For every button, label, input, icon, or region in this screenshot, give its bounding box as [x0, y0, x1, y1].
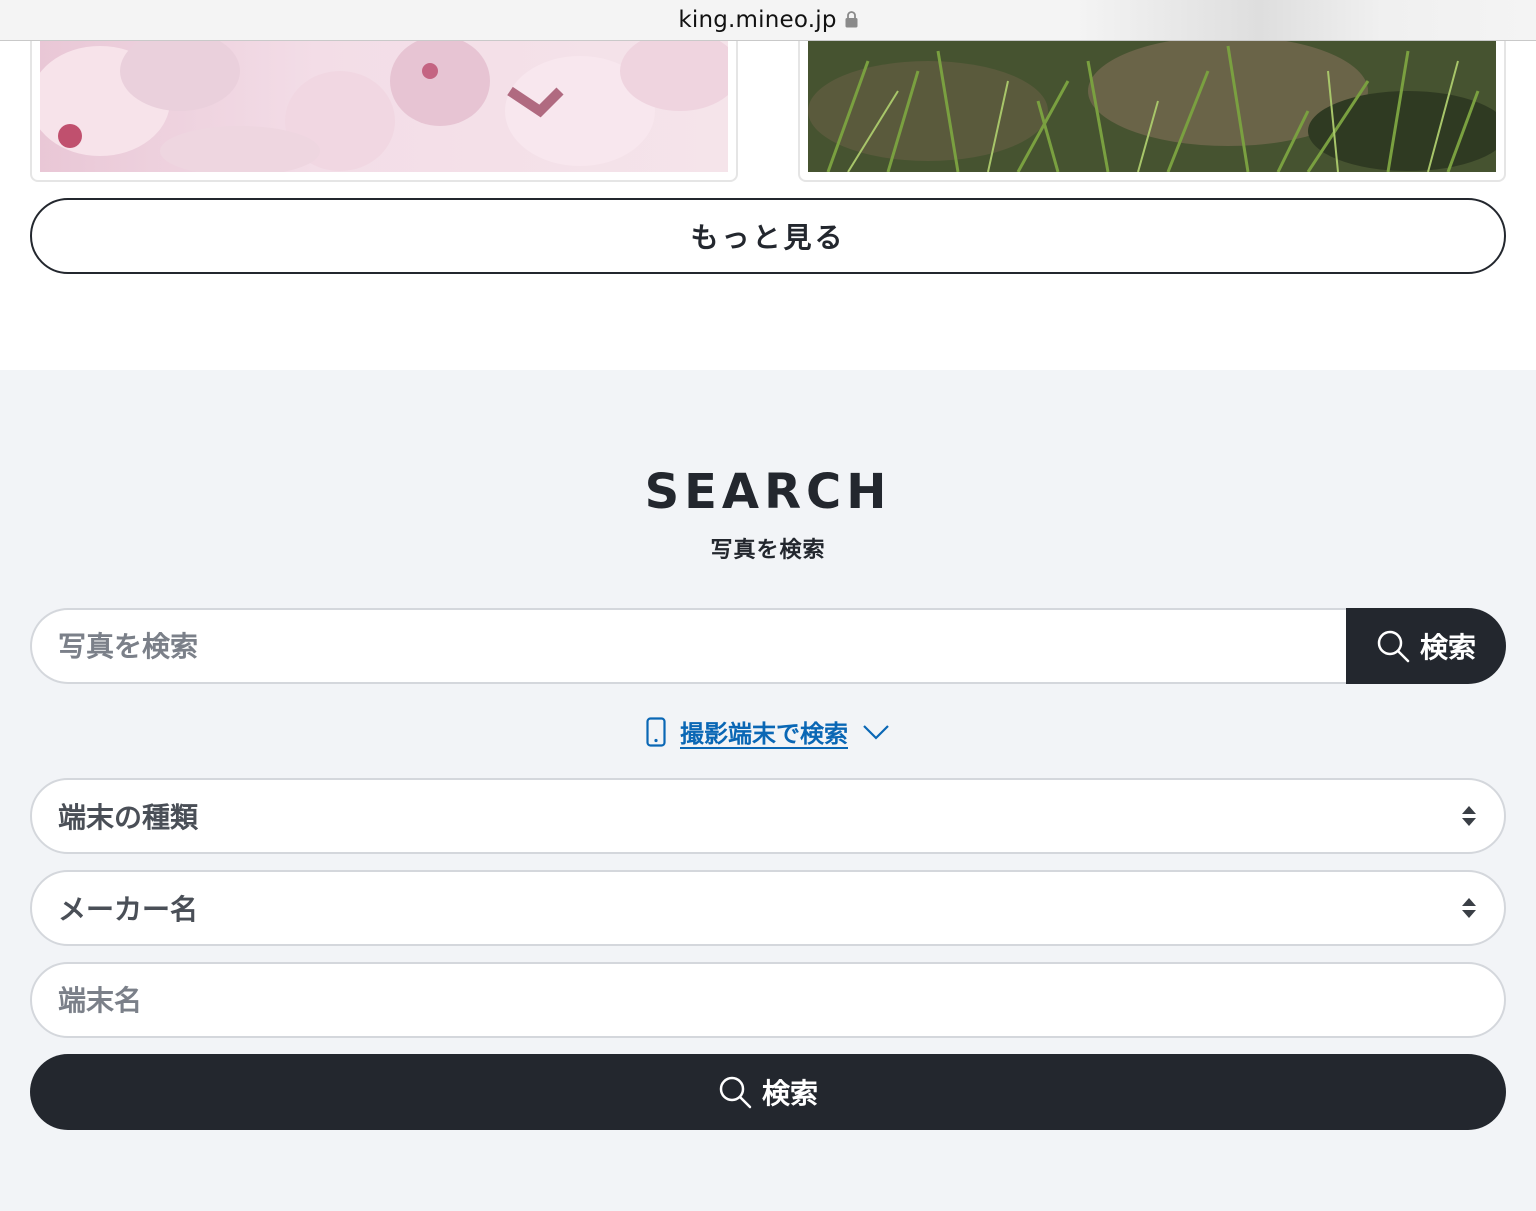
maker-select[interactable]: メーカー名 — [30, 870, 1506, 946]
keyword-search-button[interactable]: 検索 — [1346, 608, 1506, 684]
chevron-down-icon — [863, 724, 889, 740]
browser-url-bar[interactable]: king.mineo.jp — [0, 0, 1536, 41]
phone-icon — [646, 716, 666, 747]
grass-photo — [808, 41, 1496, 172]
device-search-toggle[interactable]: 撮影端末で検索 — [0, 714, 1536, 749]
keyword-search-input[interactable] — [30, 608, 1360, 684]
cherry-blossom-photo — [40, 41, 728, 172]
section-subtitle: 写真を検索 — [710, 538, 826, 563]
search-icon — [1377, 630, 1410, 663]
maker-value: メーカー名 — [58, 893, 199, 926]
device-search-button-label: 検索 — [761, 1078, 818, 1109]
photo-card[interactable] — [30, 41, 738, 182]
device-type-value: 端末の種類 — [58, 801, 199, 834]
sort-arrows-icon — [1462, 806, 1476, 826]
lock-icon — [845, 10, 858, 27]
more-button[interactable]: もっと見る — [30, 198, 1506, 274]
device-search-button[interactable]: 検索 — [30, 1054, 1506, 1130]
sort-arrows-icon — [1462, 898, 1476, 918]
search-section: SEARCH 写真を検索 検索 撮影端末で検索 端末の種類 メーカー名 — [0, 370, 1536, 1211]
device-toggle-label[interactable]: 撮影端末で検索 — [680, 714, 848, 749]
search-icon — [719, 1076, 752, 1109]
section-title: SEARCH — [644, 464, 892, 520]
device-name-input[interactable] — [30, 962, 1506, 1038]
search-button-label: 検索 — [1419, 632, 1476, 663]
url-text: king.mineo.jp — [678, 7, 837, 33]
photo-card[interactable] — [798, 41, 1506, 182]
device-type-select[interactable]: 端末の種類 — [30, 778, 1506, 854]
